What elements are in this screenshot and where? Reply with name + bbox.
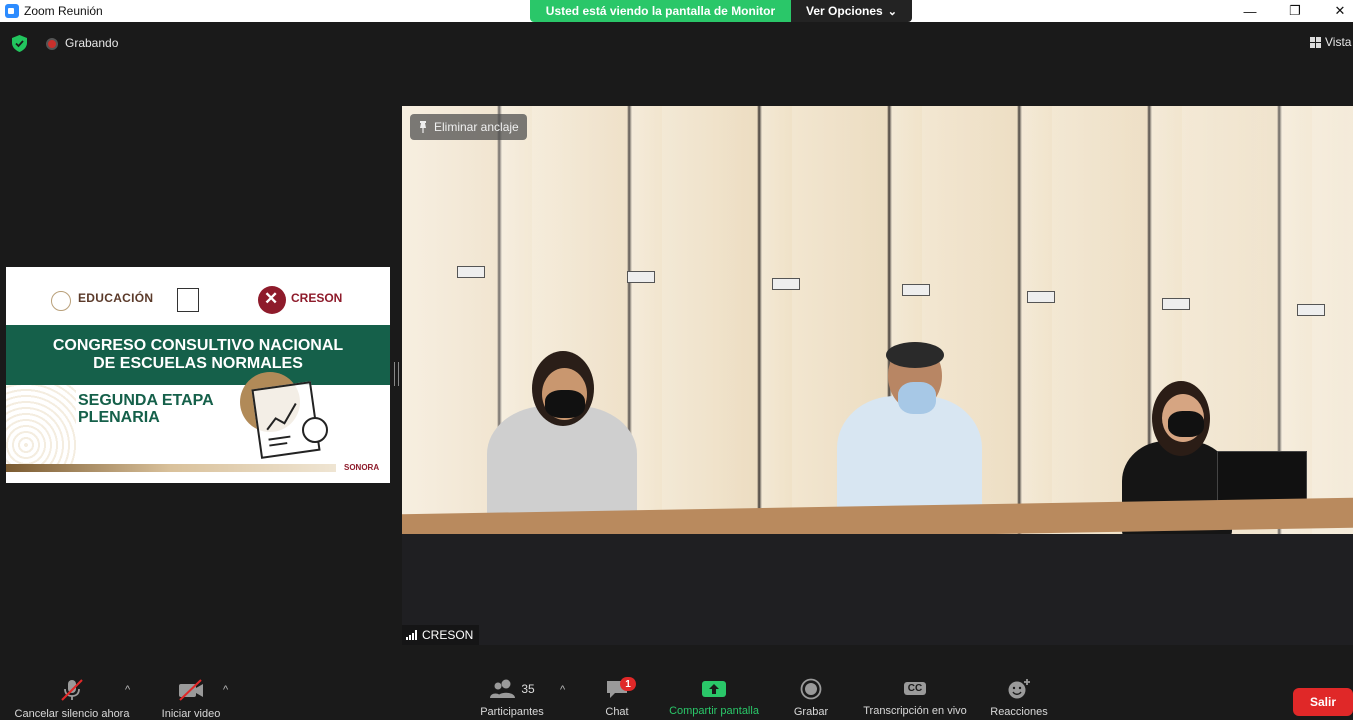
participants-options-caret[interactable]: ^ [560,684,565,696]
chat-unread-badge: 1 [620,677,636,691]
participant-name-tag: CRESON [402,625,480,645]
unpin-button[interactable]: Eliminar anclaje [410,114,527,140]
closed-caption-icon: CC [903,682,927,695]
live-transcription-button[interactable]: CC Transcripción en vivo [858,672,972,717]
unmute-button[interactable]: Cancelar silencio ahora [8,672,136,720]
share-screen-button[interactable]: Compartir pantalla [662,672,766,717]
subtitle-line1: SEGUNDA ETAPA [78,392,214,409]
shield-icon[interactable] [12,35,27,52]
share-screen-icon [701,678,727,699]
participant-name: CRESON [422,628,474,642]
view-label: Vista [1325,35,1352,49]
start-video-button[interactable]: Iniciar video [156,672,226,720]
education-seal-icon [51,291,71,311]
participants-button[interactable]: 35 Participantes [476,672,548,718]
close-button[interactable]: ✕ [1317,0,1353,22]
live-transcription-label: Transcripción en vivo [863,705,967,717]
record-button[interactable]: Grabar [790,672,832,718]
shared-screen-thumbnail[interactable]: EDUCACIÓN CRESON CONGRESO CONSULTIVO NAC… [6,267,390,483]
recording-icon[interactable] [46,38,58,50]
video-options-caret[interactable]: ^ [223,684,228,696]
share-screen-label: Compartir pantalla [669,705,759,717]
recording-label: Grabando [65,36,119,50]
decorative-pattern [6,385,76,465]
reactions-label: Reacciones [990,706,1048,718]
signal-bars-icon [406,630,417,640]
start-video-label: Iniciar video [161,708,221,720]
minimize-button[interactable]: — [1227,0,1273,22]
chat-label: Chat [605,706,629,718]
logo-sonora: SONORA [344,463,380,472]
meeting-toolbar: Cancelar silencio ahora ^ Iniciar video … [0,672,1353,720]
zoom-app-icon [5,4,19,18]
record-label: Grabar [793,706,829,718]
participants-icon [490,679,516,698]
subtitle: SEGUNDA ETAPA PLENARIA [78,392,214,426]
view-options-button[interactable]: Ver Opciones ⌄ [791,0,912,22]
reactions-button[interactable]: Reacciones [988,672,1050,718]
magnifier-icon [302,417,328,443]
participants-count: 35 [521,682,535,696]
headline-line2: DE ESCUELAS NORMALES [93,355,303,372]
maximize-button[interactable]: ❐ [1272,0,1318,22]
microphone-muted-icon [59,678,85,702]
participants-label: Participantes [480,706,544,718]
view-button[interactable]: Vista [1310,35,1351,49]
state-seal-icon [177,288,199,312]
logo-creson: CRESON [291,291,343,305]
leave-meeting-button[interactable]: Salir [1293,688,1353,716]
unmute-label: Cancelar silencio ahora [14,708,130,720]
headline-band: CONGRESO CONSULTIVO NACIONAL DE ESCUELAS… [6,325,390,385]
window-titlebar: Zoom Reunión Usted está viendo la pantal… [0,0,1353,22]
window-title: Zoom Reunión [24,4,103,18]
unpin-label: Eliminar anclaje [434,120,519,134]
resize-handle[interactable] [394,362,399,386]
emoji-add-icon [1007,678,1031,700]
grid-view-icon [1310,36,1321,48]
record-icon [800,678,822,700]
video-off-icon [177,678,205,702]
screen-share-banner: Usted está viendo la pantalla de Monitor… [530,0,912,22]
chevron-down-icon: ⌄ [887,5,897,18]
creson-logo-icon [258,286,286,314]
share-status-text: Usted está viendo la pantalla de Monitor [530,0,791,22]
subtitle-line2: PLENARIA [78,409,160,426]
meeting-topbar: Grabando Vista [0,22,1353,64]
pin-icon [420,121,426,133]
audio-options-caret[interactable]: ^ [125,684,130,696]
view-options-label: Ver Opciones [806,4,883,18]
headline-line1: CONGRESO CONSULTIVO NACIONAL [52,337,344,354]
logo-education: EDUCACIÓN [78,291,154,305]
gold-bar-decoration [6,464,336,472]
main-video-feed[interactable]: Eliminar anclaje CRESON [402,106,1353,645]
